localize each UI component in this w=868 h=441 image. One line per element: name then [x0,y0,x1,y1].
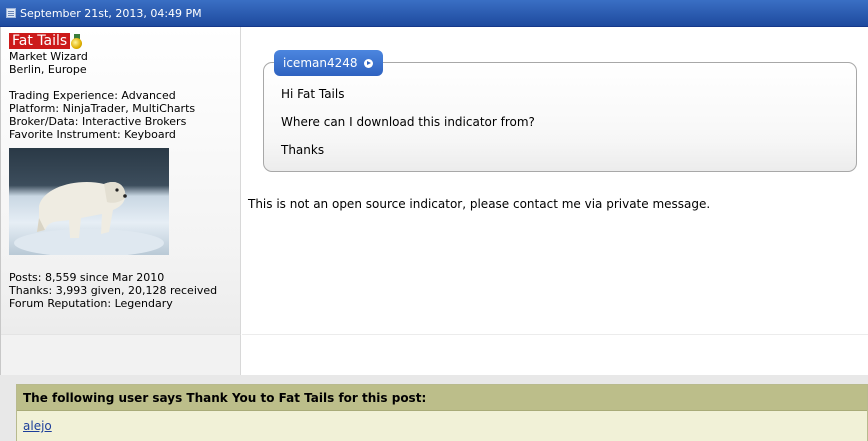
quote-box: Hi Fat Tails Where can I download this i… [263,62,857,172]
post-body: Fat Tails Market Wizard Berlin, Europe T… [0,27,868,375]
post-footer-cell [242,334,868,375]
thanks-box: The following user says Thank You to Fat… [16,384,868,441]
reply-text: This is not an open source indicator, pl… [248,197,711,211]
medal-icon [71,33,83,49]
user-stats: Posts: 8,559 since Mar 2010 Thanks: 3,99… [9,271,240,310]
user-location: Berlin, Europe [9,63,87,76]
thanks-user-link[interactable]: alejo [23,419,52,433]
thanks-user-list: alejo [17,411,867,441]
user-experience: Trading Experience: Advanced [9,89,176,102]
quote-line: Where can I download this indicator from… [281,115,535,129]
post-header: September 21st, 2013, 04:49 PM [0,0,868,27]
view-post-arrow-icon[interactable] [363,58,373,68]
user-thanks: Thanks: 3,993 given, 20,128 received [9,284,218,297]
thanks-header: The following user says Thank You to Fat… [17,385,867,411]
quote-author-name: iceman4248 [283,56,358,70]
polar-bear-image [14,181,164,255]
user-broker: Broker/Data: Interactive Brokers [9,115,187,128]
post-date: September 21st, 2013, 04:49 PM [20,6,202,20]
username-link[interactable]: Fat Tails [9,33,71,49]
username-row: Fat Tails [9,33,240,49]
quote-author-link[interactable]: iceman4248 [274,50,383,76]
post-content: Hi Fat Tails Where can I download this i… [248,27,868,334]
quote-line: Thanks [281,143,325,157]
user-instrument: Favorite Instrument: Keyboard [9,128,176,141]
user-footer-cell [1,334,241,375]
user-avatar[interactable] [9,148,169,255]
user-platform: Platform: NinjaTrader, MultiCharts [9,102,196,115]
user-title: Market Wizard [9,50,88,63]
post-icon [6,8,16,18]
quote-line: Hi Fat Tails [281,87,345,101]
user-posts: Posts: 8,559 since Mar 2010 [9,271,165,284]
user-info-panel: Fat Tails Market Wizard Berlin, Europe T… [1,27,241,334]
user-reputation: Forum Reputation: Legendary [9,297,173,310]
